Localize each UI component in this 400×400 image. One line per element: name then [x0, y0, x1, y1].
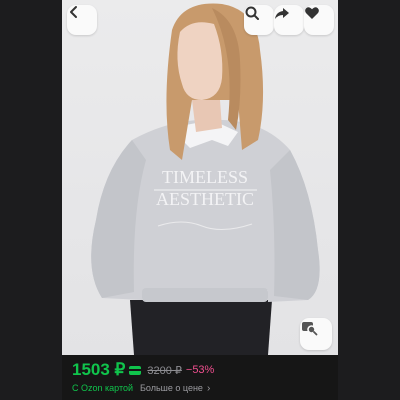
more-about-price-link[interactable]: Больше о цене: [140, 383, 203, 393]
back-button[interactable]: [67, 5, 97, 35]
product-illustration: TIMELESS AESTHETIC: [91, 3, 320, 355]
search-icon: [245, 6, 259, 20]
ozon-card-label: С Ozon картой: [72, 383, 134, 393]
current-price: 1503 ₽: [72, 360, 126, 379]
chevron-right-icon: ›: [206, 382, 211, 394]
print-line-1: TIMELESS: [162, 167, 248, 187]
product-photo[interactable]: TIMELESS AESTHETIC: [62, 0, 338, 355]
promo-row[interactable]: С Ozon картой Больше о цене ›: [72, 381, 210, 395]
chevron-left-icon: [70, 6, 77, 18]
visual-search-button[interactable]: [300, 318, 332, 350]
search-button[interactable]: [244, 5, 274, 35]
print-line-2: AESTHETIC: [156, 189, 254, 209]
share-button[interactable]: [274, 5, 304, 35]
discount-badge: −53%: [185, 364, 215, 376]
heart-icon: [305, 7, 319, 20]
visual-search-icon: [302, 322, 318, 336]
old-price: 3200 ₽: [147, 364, 182, 377]
favorite-button[interactable]: [304, 5, 334, 35]
product-card: TIMELESS AESTHETIC 1503 ₽ 3200 ₽ −53% С …: [62, 0, 338, 400]
price-row: 1503 ₽ 3200 ₽ −53%: [72, 360, 214, 380]
share-icon: [275, 8, 289, 19]
ozon-card-icon: [129, 365, 142, 375]
